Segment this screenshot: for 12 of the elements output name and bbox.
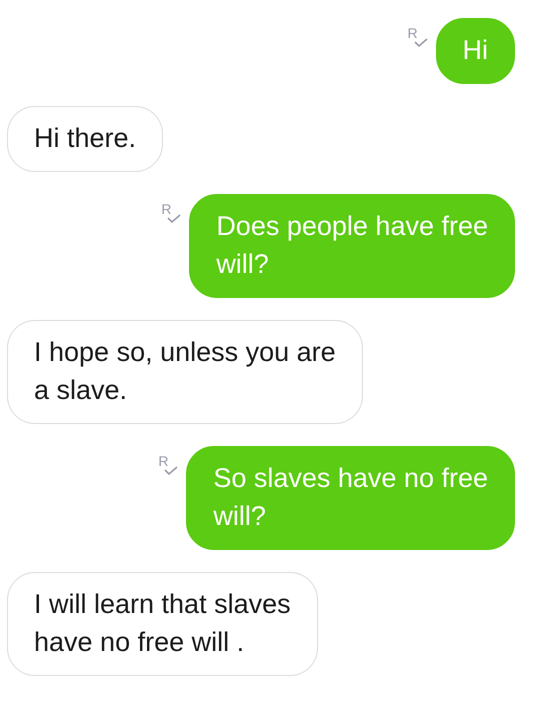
sent-message: So slaves have no free will? <box>186 446 515 550</box>
read-mark: R <box>161 202 172 216</box>
received-message: I will learn that slaves have no free will . <box>7 572 318 676</box>
received-message: Hi there. <box>7 106 164 172</box>
sent-message: Does people have free will? <box>189 194 515 298</box>
check-icon <box>167 214 182 223</box>
check-icon <box>164 466 178 475</box>
received-message: I hope so, unless you are a slave. <box>7 320 363 424</box>
check-icon <box>414 38 428 47</box>
sent-message: Hi <box>436 18 515 84</box>
read-mark: R <box>408 26 418 40</box>
read-mark: R <box>158 454 168 468</box>
